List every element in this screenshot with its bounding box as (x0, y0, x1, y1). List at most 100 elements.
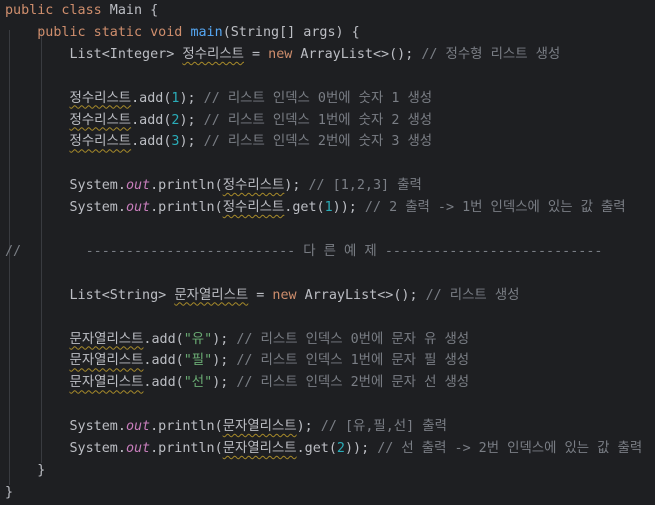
code-token: ArrayList<>(); (296, 287, 426, 303)
code-token: 정수리스트 (69, 134, 132, 150)
code-token: System. (5, 441, 126, 456)
code-editor[interactable]: public class Main { public static void m… (0, 0, 655, 505)
code-token: .println( (150, 178, 223, 194)
code-line[interactable]: 문자열리스트.add("유"); // 리스트 인덱스 0번에 문자 유 생성 (5, 330, 470, 350)
code-token: .println( (150, 200, 223, 216)
comment-text: // [1,2,3] 출력 (308, 178, 422, 194)
code-token: List<String> (5, 287, 175, 303)
code-token: System. (5, 200, 126, 216)
code-token: .get( (296, 441, 337, 456)
code-token: .println( (150, 419, 223, 435)
comment-text: // 리스트 인덱스 2번에 숫자 3 생성 (203, 134, 433, 150)
code-line[interactable]: List<String> 문자열리스트 = new ArrayList<>();… (5, 286, 519, 306)
code-line[interactable]: } (5, 461, 45, 481)
code-token: .add( (143, 375, 184, 391)
code-token: (String[] args) { (222, 24, 360, 40)
string-literal: "유" (183, 331, 213, 347)
code-line[interactable]: System.out.println(문자열리스트.get(2)); // 선 … (5, 439, 642, 459)
code-token: 정수리스트 (222, 178, 285, 194)
code-token: } (5, 484, 14, 500)
code-token: .add( (143, 353, 184, 369)
code-token: .add( (131, 90, 172, 106)
comment-text: // 선 출력 -> 2번 인덱스에 있는 값 출력 (377, 441, 643, 456)
code-line[interactable]: 문자열리스트.add("필"); // 리스트 인덱스 1번에 문자 필 생성 (5, 351, 470, 371)
code-line[interactable]: System.out.println(문자열리스트); // [유,필,선] 출… (5, 417, 447, 437)
code-token: .add( (131, 134, 172, 150)
code-token: 문자열리스트 (222, 441, 297, 456)
code-token: ); (212, 331, 237, 347)
code-token: ); (179, 112, 204, 128)
comment-text: // [유,필,선] 출력 (320, 419, 447, 435)
code-line[interactable]: // -------------------------- 다 른 예 제 --… (5, 242, 602, 262)
static-field-token: out (125, 419, 151, 435)
comment-text: // 리스트 인덱스 0번에 숫자 1 생성 (203, 90, 433, 106)
code-token: 문자열리스트 (222, 419, 297, 435)
code-token: .add( (143, 331, 184, 347)
comment-text: // 리스트 생성 (425, 287, 520, 303)
comment-text: // 리스트 인덱스 1번에 문자 필 생성 (236, 353, 470, 369)
code-token: 문자열리스트 (69, 375, 144, 391)
code-line[interactable]: 정수리스트.add(2); // 리스트 인덱스 1번에 숫자 2 생성 (5, 111, 433, 131)
code-token: Main { (101, 3, 159, 18)
code-line[interactable]: System.out.println(정수리스트); // [1,2,3] 출력 (5, 176, 422, 196)
code-line[interactable]: } (5, 483, 13, 503)
keyword-token: new (268, 46, 293, 62)
code-line[interactable]: 정수리스트.add(3); // 리스트 인덱스 2번에 숫자 3 생성 (5, 132, 433, 152)
code-token: System. (5, 419, 126, 435)
code-token: List<Integer> (5, 46, 183, 62)
code-line[interactable]: 정수리스트.add(1); // 리스트 인덱스 0번에 숫자 1 생성 (5, 89, 433, 109)
code-token: .add( (131, 112, 172, 128)
code-token: .println( (150, 441, 223, 456)
code-token: System. (5, 178, 126, 194)
keyword-token: public static void (37, 24, 183, 40)
code-token: 정수리스트 (222, 200, 285, 216)
code-token: ); (296, 419, 321, 435)
keyword-token: new (272, 287, 297, 303)
code-token: )); (332, 200, 365, 216)
code-token: )); (344, 441, 378, 456)
code-token: = (248, 287, 273, 303)
comment-text: // 정수형 리스트 생성 (421, 46, 561, 62)
static-field-token: out (125, 441, 151, 456)
code-line[interactable]: System.out.println(정수리스트.get(1)); // 2 출… (5, 198, 626, 218)
code-token: ); (212, 375, 237, 391)
keyword-token: public class (5, 3, 102, 18)
code-token: .get( (284, 200, 325, 216)
comment-text: // 2 출력 -> 1번 인덱스에 있는 값 출력 (364, 200, 626, 216)
number-literal: 1 (324, 200, 333, 216)
string-literal: "선" (183, 375, 213, 391)
code-token: 문자열리스트 (174, 287, 249, 303)
code-token: 정수리스트 (182, 46, 244, 62)
code-token: } (5, 462, 46, 478)
static-field-token: out (125, 200, 151, 216)
comment-text: // 리스트 인덱스 0번에 문자 유 생성 (236, 331, 470, 347)
code-token: 정수리스트 (69, 90, 132, 106)
code-token: = (243, 46, 269, 62)
number-literal: 2 (336, 441, 345, 456)
static-field-token: out (125, 178, 151, 194)
comment-text: // 리스트 인덱스 2번에 문자 선 생성 (236, 375, 470, 391)
code-token: 문자열리스트 (69, 331, 144, 347)
code-line[interactable]: public class Main { (5, 1, 158, 21)
code-token: ArrayList<>(); (292, 46, 422, 62)
method-name-token: main (190, 24, 223, 40)
code-token: ); (212, 353, 237, 369)
code-token: ); (179, 90, 204, 106)
code-line[interactable]: 문자열리스트.add("선"); // 리스트 인덱스 2번에 문자 선 생성 (5, 373, 470, 393)
code-token: 문자열리스트 (69, 353, 144, 369)
comment-text: // -------------------------- 다 른 예 제 --… (5, 243, 603, 259)
code-token: 정수리스트 (69, 112, 132, 128)
code-line[interactable]: public static void main(String[] args) { (5, 23, 360, 43)
code-token: ); (179, 134, 204, 150)
comment-text: // 리스트 인덱스 1번에 숫자 2 생성 (203, 112, 433, 128)
code-token: ); (284, 178, 309, 194)
code-line[interactable]: List<Integer> 정수리스트 = new ArrayList<>();… (5, 45, 560, 65)
string-literal: "필" (183, 353, 213, 369)
